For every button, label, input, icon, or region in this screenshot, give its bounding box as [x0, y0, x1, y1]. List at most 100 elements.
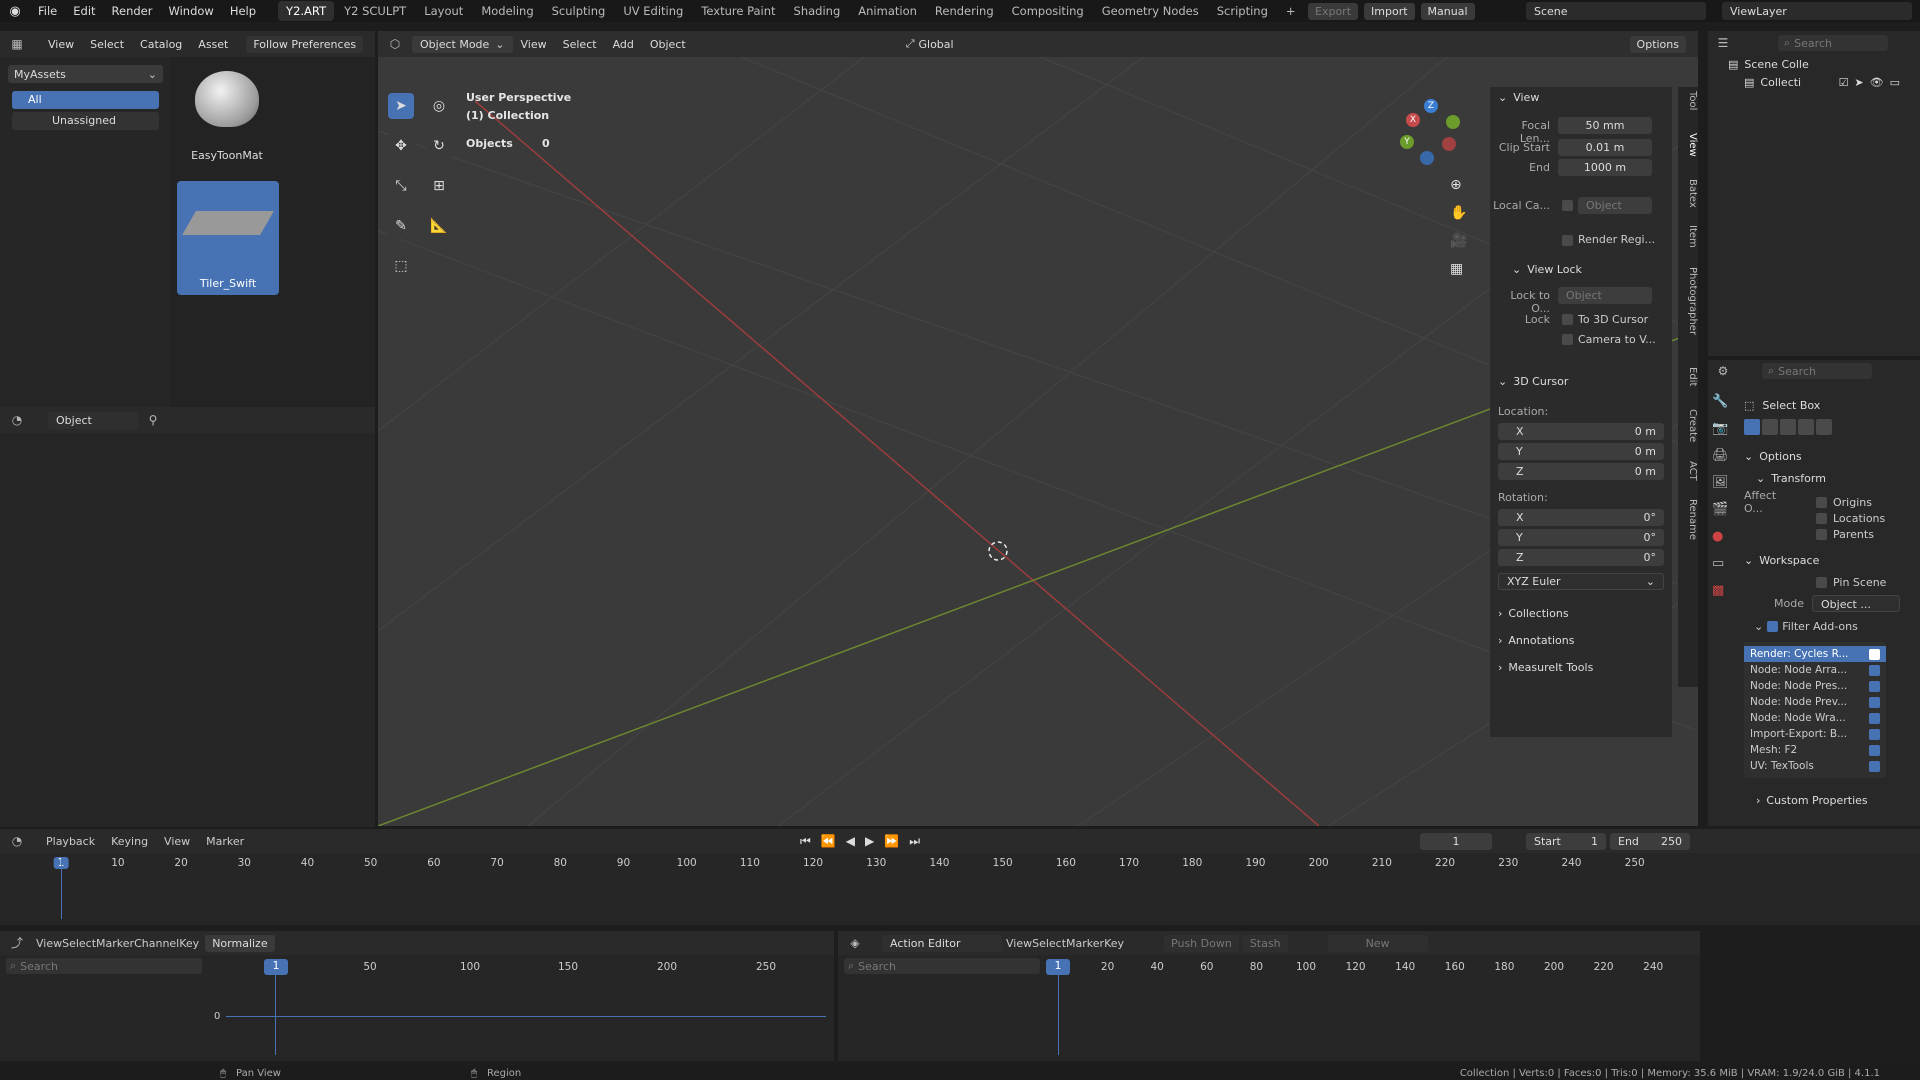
tab-texture-paint[interactable]: Texture Paint	[693, 1, 783, 21]
editor-type-icon[interactable]: ⬡	[388, 37, 402, 51]
addon-checkbox[interactable]	[1869, 680, 1880, 692]
addon-item[interactable]: UV: TexTools	[1744, 758, 1886, 774]
action-menu-view[interactable]: View	[1006, 937, 1032, 950]
tab-photographer[interactable]: Photographer	[1678, 267, 1698, 335]
current-frame-field[interactable]: 1	[1420, 833, 1492, 850]
editor-type-icon[interactable]: ☰	[1716, 36, 1730, 50]
mode-intersect-icon[interactable]	[1816, 419, 1832, 435]
add-cube-tool-icon[interactable]: ⬚	[388, 253, 414, 279]
normalize-toggle[interactable]: Normalize	[205, 934, 275, 952]
orientation-selector[interactable]: ⤢ Global	[906, 37, 954, 51]
editor-type-icon[interactable]: ◔	[10, 413, 24, 427]
view-lock-header[interactable]: ⌄ View Lock	[1512, 263, 1582, 276]
export-button[interactable]: Export	[1308, 2, 1359, 20]
view-layer-selector[interactable]: ViewLayer	[1722, 2, 1912, 20]
addon-item[interactable]: Node: Node Prev...	[1744, 694, 1886, 710]
gizmo-z-icon[interactable]: Z	[1424, 99, 1438, 113]
tab-layout[interactable]: Layout	[416, 1, 471, 21]
view-layer-tab-icon[interactable]: 🖼	[1712, 475, 1732, 490]
tab-rename[interactable]: Rename	[1678, 499, 1698, 540]
graph-menu-view[interactable]: View	[36, 937, 62, 950]
action-playhead[interactable]	[1058, 975, 1059, 1055]
zoom-icon[interactable]: ⊕	[1450, 177, 1467, 193]
collection-row[interactable]: ▤ Collecti ☑➤👁▭	[1708, 73, 1920, 91]
object-mode-selector[interactable]: Object Mode ⌄	[412, 35, 513, 53]
options-button[interactable]: Options	[1629, 36, 1686, 53]
scene-selector[interactable]: Scene	[1526, 2, 1706, 20]
texture-tab-icon[interactable]: ▩	[1712, 583, 1732, 598]
tool-tab-icon[interactable]: 🔧	[1712, 394, 1732, 409]
local-camera-checkbox[interactable]	[1562, 200, 1573, 211]
measureit-header[interactable]: › MeasureIt Tools	[1498, 661, 1593, 674]
locations-checkbox[interactable]	[1816, 512, 1827, 524]
stash-button[interactable]: Stash	[1242, 934, 1288, 952]
cursor-rotation-y[interactable]: Y 0°	[1498, 529, 1664, 546]
editor-type-icon[interactable]: ⚙	[1716, 364, 1730, 378]
tab-rendering[interactable]: Rendering	[927, 1, 1002, 21]
addon-item[interactable]: Node: Node Wra...	[1744, 710, 1886, 726]
library-selector[interactable]: MyAssets ⌄	[8, 65, 163, 83]
collections-header[interactable]: › Collections	[1498, 607, 1569, 620]
transform-header[interactable]: ⌄ Transform	[1744, 470, 1916, 486]
transform-tool-icon[interactable]: ⊞	[426, 173, 452, 199]
jump-start-icon[interactable]: ⏮	[800, 834, 811, 849]
menu-edit[interactable]: Edit	[65, 4, 103, 18]
tab-act[interactable]: ACT	[1678, 461, 1698, 481]
tab-animation[interactable]: Animation	[850, 1, 925, 21]
origins-checkbox[interactable]	[1816, 496, 1827, 508]
addon-item[interactable]: Node: Node Pres...	[1744, 678, 1886, 694]
scale-tool-icon[interactable]: ⤡	[388, 173, 414, 199]
grid-view-icon[interactable]: ▦	[1450, 261, 1467, 277]
new-action-button[interactable]: New	[1327, 934, 1428, 952]
cursor-rotation-z[interactable]: Z 0°	[1498, 549, 1664, 566]
tab-tool[interactable]: Tool	[1678, 91, 1698, 110]
addon-item[interactable]: Mesh: F2	[1744, 742, 1886, 758]
addon-checkbox[interactable]	[1869, 664, 1880, 676]
addon-checkbox[interactable]	[1869, 760, 1880, 772]
menu-file[interactable]: File	[30, 4, 65, 18]
measure-tool-icon[interactable]: 📐	[426, 213, 452, 239]
tab-edit[interactable]: Edit	[1678, 367, 1698, 386]
gizmo-z-neg-icon[interactable]	[1420, 151, 1434, 165]
follow-preferences-button[interactable]: Follow Preferences	[246, 35, 364, 53]
world-tab-icon[interactable]: ●	[1712, 529, 1732, 544]
menu-render[interactable]: Render	[104, 4, 161, 18]
editor-type-icon[interactable]: ▦	[10, 37, 24, 51]
parents-checkbox[interactable]	[1816, 528, 1827, 540]
select-tool-icon[interactable]: ➤	[388, 93, 414, 119]
move-tool-icon[interactable]: ✥	[388, 133, 414, 159]
timeline-menu-keying[interactable]: Keying	[103, 835, 156, 848]
cursor-location-y[interactable]: Y 0 m	[1498, 443, 1664, 460]
tab-compositing[interactable]: Compositing	[1004, 1, 1092, 21]
addon-item[interactable]: Render: Cycles R...	[1744, 646, 1886, 662]
graph-current-frame[interactable]: 1	[264, 959, 288, 975]
clip-start-field[interactable]: 0.01 m	[1558, 139, 1652, 156]
tab-batex[interactable]: Batex	[1678, 179, 1698, 208]
viewport-menu-view[interactable]: View	[513, 38, 555, 51]
tab-y2-art[interactable]: Y2.ART	[278, 1, 335, 21]
tab-scripting[interactable]: Scripting	[1209, 1, 1276, 21]
pin-scene-checkbox[interactable]	[1816, 576, 1827, 588]
addon-checkbox[interactable]	[1869, 728, 1880, 740]
local-camera-object-field[interactable]: Object	[1578, 197, 1652, 214]
render-region-checkbox[interactable]	[1562, 235, 1573, 246]
lock-to-object-field[interactable]: Object	[1558, 287, 1652, 304]
graph-menu-key[interactable]: Key	[179, 937, 199, 950]
annotations-header[interactable]: › Annotations	[1498, 634, 1574, 647]
3d-cursor-header[interactable]: ⌄ 3D Cursor	[1498, 375, 1568, 388]
timeline-menu-marker[interactable]: Marker	[198, 835, 252, 848]
tab-geometry-nodes[interactable]: Geometry Nodes	[1094, 1, 1207, 21]
mode-selector[interactable]: Object	[48, 411, 138, 429]
mode-extend-icon[interactable]	[1762, 419, 1778, 435]
properties-search[interactable]: ⌕ Search	[1762, 363, 1872, 379]
graph-search[interactable]: ⌕ Search	[6, 958, 202, 974]
gizmo-y-icon[interactable]: Y	[1400, 135, 1414, 149]
rotation-mode-select[interactable]: XYZ Euler ⌄	[1498, 573, 1664, 590]
collection-tab-icon[interactable]: ▭	[1712, 556, 1732, 571]
gizmo-y-neg-icon[interactable]	[1446, 115, 1460, 129]
play-reverse-icon[interactable]: ◀	[846, 834, 855, 848]
annotate-tool-icon[interactable]: ✎	[388, 213, 414, 239]
camera-view-icon[interactable]: 🎥	[1450, 233, 1467, 249]
start-frame-field[interactable]: Start 1	[1526, 833, 1606, 850]
visibility-icons[interactable]: ☑➤👁▭	[1839, 76, 1906, 89]
